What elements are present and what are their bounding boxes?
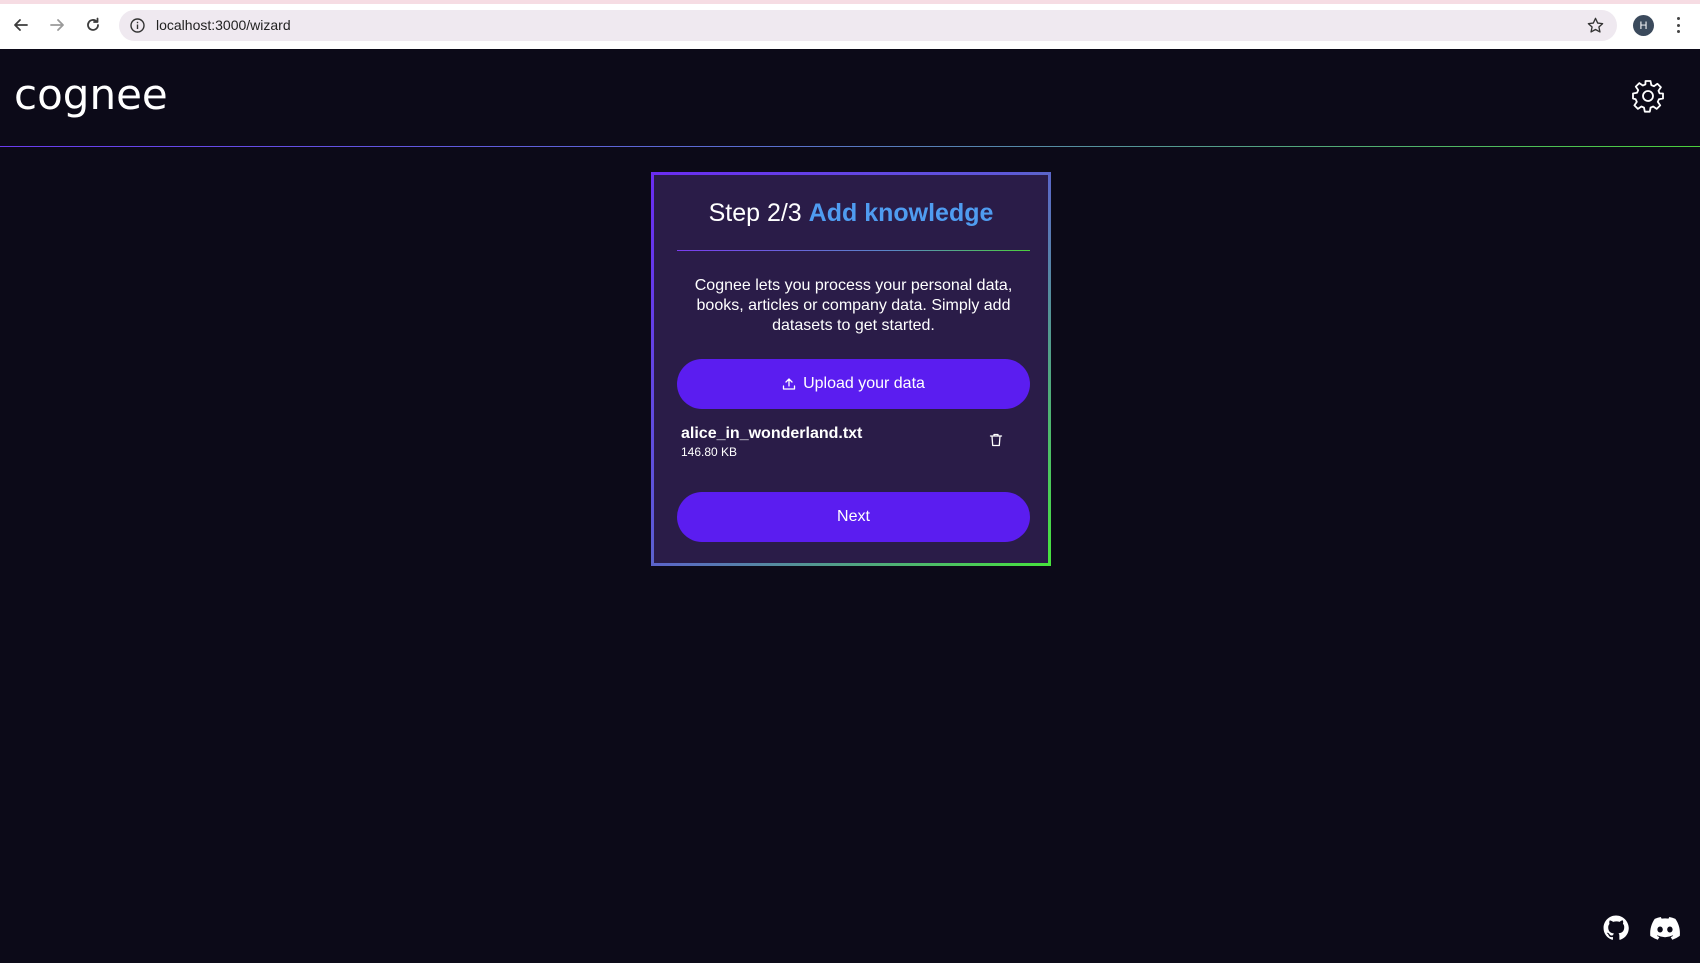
next-label: Next	[837, 508, 870, 525]
discord-icon[interactable]	[1650, 917, 1680, 940]
address-bar[interactable]: localhost:3000/wizard	[119, 10, 1617, 41]
wizard-card: Step 2/3 Add knowledge Cognee lets you p…	[651, 172, 1051, 566]
reload-icon[interactable]	[80, 12, 106, 38]
header-divider	[0, 146, 1700, 147]
next-button[interactable]: Next	[677, 492, 1030, 542]
wizard-card-body: Step 2/3 Add knowledge Cognee lets you p…	[654, 175, 1048, 563]
browser-menu-icon[interactable]	[1671, 14, 1685, 36]
forward-icon[interactable]	[44, 12, 70, 38]
step-label: Step 2/3	[708, 199, 802, 227]
back-icon[interactable]	[8, 12, 34, 38]
url-text[interactable]: localhost:3000/wizard	[156, 17, 291, 33]
upload-data-label: Upload your data	[803, 375, 925, 392]
settings-gear-icon[interactable]	[1630, 78, 1666, 114]
cognee-logo[interactable]: cognee	[14, 70, 168, 119]
tab-strip-accent	[0, 0, 1700, 4]
profile-initial: H	[1639, 19, 1648, 32]
browser-toolbar: localhost:3000/wizard H	[0, 0, 1700, 49]
wizard-title: Step 2/3 Add knowledge	[654, 199, 1048, 228]
bookmark-star-icon[interactable]	[1586, 16, 1605, 35]
file-size: 146.80 KB	[681, 445, 738, 459]
step-title: Add knowledge	[808, 199, 994, 227]
upload-icon	[782, 378, 796, 390]
wizard-description: Cognee lets you process your personal da…	[694, 277, 1013, 334]
site-info-icon[interactable]	[129, 17, 146, 34]
profile-avatar[interactable]: H	[1633, 15, 1654, 36]
delete-file-icon[interactable]	[988, 432, 1004, 448]
title-divider	[677, 250, 1030, 251]
file-name: alice_in_wonderland.txt	[681, 425, 863, 442]
github-icon[interactable]	[1603, 915, 1629, 941]
upload-data-button[interactable]: Upload your data	[677, 359, 1030, 409]
